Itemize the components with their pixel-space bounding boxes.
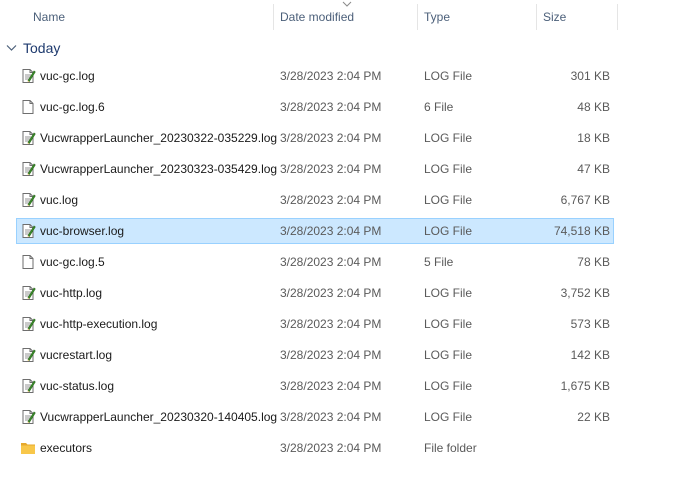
- log-file-icon: [20, 126, 36, 150]
- file-type: LOG File: [424, 193, 473, 207]
- log-file-icon: [20, 405, 36, 429]
- file-size: 301 KB: [570, 69, 610, 83]
- column-header-name-label: Name: [33, 10, 66, 24]
- file-type: LOG File: [424, 162, 473, 176]
- file-date-modified: 3/28/2023 2:04 PM: [280, 410, 382, 424]
- file-row[interactable]: vuc-status.log 3/28/2023 2:04 PM LOG File 1…: [16, 373, 614, 399]
- log-file-icon: [20, 157, 36, 181]
- file-name: vuc-browser.log: [40, 224, 125, 238]
- file-name: vuc-status.log: [40, 379, 115, 393]
- file-row[interactable]: vuc-gc.log 3/28/2023 2:04 PM LOG File 301 K…: [16, 63, 614, 89]
- file-name: VucwrapperLauncher_20230322-035229.log: [40, 131, 278, 145]
- column-header-size[interactable]: Size: [537, 0, 617, 34]
- log-file-icon: [20, 374, 36, 398]
- file-date-modified: 3/28/2023 2:04 PM: [280, 224, 382, 238]
- file-name: vuc.log: [40, 193, 79, 207]
- group-header-today[interactable]: Today: [23, 37, 60, 59]
- file-type: LOG File: [424, 131, 473, 145]
- file-row[interactable]: vuc.log 3/28/2023 2:04 PM LOG File 6,767 KB: [16, 187, 614, 213]
- file-row[interactable]: vuc-gc.log.6 3/28/2023 2:04 PM 6 File 48 KB: [16, 94, 614, 120]
- file-name: vuc-gc.log.6: [40, 100, 105, 114]
- log-file-icon: [20, 188, 36, 212]
- file-type: LOG File: [424, 286, 473, 300]
- file-type: File folder: [424, 441, 477, 455]
- file-name: VucwrapperLauncher_20230320-140405.log: [40, 410, 278, 424]
- file-type: LOG File: [424, 348, 473, 362]
- file-type: LOG File: [424, 224, 473, 238]
- file-date-modified: 3/28/2023 2:04 PM: [280, 162, 382, 176]
- file-size: 47 KB: [577, 162, 610, 176]
- log-file-icon: [20, 312, 36, 336]
- file-type: LOG File: [424, 379, 473, 393]
- file-type: 5 File: [424, 255, 454, 269]
- file-size: 74,518 KB: [553, 224, 610, 238]
- file-row[interactable]: VucwrapperLauncher_20230322-035229.log 3/…: [16, 125, 614, 151]
- column-header-type-label: Type: [424, 10, 451, 24]
- file-row[interactable]: vuc-http.log 3/28/2023 2:04 PM LOG File 3,7…: [16, 280, 614, 306]
- file-name: vuc-http-execution.log: [40, 317, 158, 331]
- file-date-modified: 3/28/2023 2:04 PM: [280, 69, 382, 83]
- file-size: 6,767 KB: [560, 193, 610, 207]
- file-size: 142 KB: [570, 348, 610, 362]
- file-row[interactable]: executors 3/28/2023 2:04 PM File folder: [16, 435, 614, 461]
- log-file-icon: [20, 219, 36, 243]
- file-size: 573 KB: [570, 317, 610, 331]
- column-divider[interactable]: [617, 4, 618, 30]
- file-row[interactable]: vuc-browser.log 3/28/2023 2:04 PM LOG File…: [16, 218, 614, 244]
- file-row[interactable]: VucwrapperLauncher_20230320-140405.log 3/…: [16, 404, 614, 430]
- group-collapse-chevron-icon[interactable]: [6, 44, 17, 52]
- file-row[interactable]: VucwrapperLauncher_20230323-035429.log 3/…: [16, 156, 614, 182]
- file-date-modified: 3/28/2023 2:04 PM: [280, 379, 382, 393]
- file-name: vuc-gc.log: [40, 69, 95, 83]
- file-date-modified: 3/28/2023 2:04 PM: [280, 255, 382, 269]
- file-name: vucrestart.log: [40, 348, 113, 362]
- file-size: 1,675 KB: [560, 379, 610, 393]
- blank-file-icon: [20, 95, 36, 119]
- file-date-modified: 3/28/2023 2:04 PM: [280, 100, 382, 114]
- column-header-name[interactable]: Name: [27, 0, 273, 34]
- file-date-modified: 3/28/2023 2:04 PM: [280, 317, 382, 331]
- file-size: 48 KB: [577, 100, 610, 114]
- file-size: 78 KB: [577, 255, 610, 269]
- file-date-modified: 3/28/2023 2:04 PM: [280, 193, 382, 207]
- file-date-modified: 3/28/2023 2:04 PM: [280, 441, 382, 455]
- file-row[interactable]: vuc-gc.log.5 3/28/2023 2:04 PM 5 File 78 KB: [16, 249, 614, 275]
- file-type: 6 File: [424, 100, 454, 114]
- file-date-modified: 3/28/2023 2:04 PM: [280, 286, 382, 300]
- file-name: VucwrapperLauncher_20230323-035429.log: [40, 162, 278, 176]
- file-type: LOG File: [424, 317, 473, 331]
- log-file-icon: [20, 64, 36, 88]
- file-size: 3,752 KB: [560, 286, 610, 300]
- file-size: 22 KB: [577, 410, 610, 424]
- file-size: 18 KB: [577, 131, 610, 145]
- file-type: LOG File: [424, 410, 473, 424]
- blank-file-icon: [20, 250, 36, 274]
- file-date-modified: 3/28/2023 2:04 PM: [280, 131, 382, 145]
- file-explorer-details-view: Name Date modified Type Size Today vuc-g…: [0, 0, 696, 477]
- log-file-icon: [20, 343, 36, 367]
- file-name: vuc-gc.log.5: [40, 255, 105, 269]
- file-type: LOG File: [424, 69, 473, 83]
- file-name: executors: [40, 441, 93, 455]
- column-header-date-label: Date modified: [280, 10, 355, 24]
- column-header-size-label: Size: [543, 10, 567, 24]
- log-file-icon: [20, 281, 36, 305]
- file-row[interactable]: vucrestart.log 3/28/2023 2:04 PM LOG File 1…: [16, 342, 614, 368]
- file-date-modified: 3/28/2023 2:04 PM: [280, 348, 382, 362]
- file-name: vuc-http.log: [40, 286, 103, 300]
- column-header-date-modified[interactable]: Date modified: [274, 0, 417, 34]
- file-row[interactable]: vuc-http-execution.log 3/28/2023 2:04 PM L…: [16, 311, 614, 337]
- folder-icon: [20, 436, 36, 460]
- column-header-bar: Name Date modified Type Size: [0, 0, 696, 34]
- column-header-type[interactable]: Type: [418, 0, 536, 34]
